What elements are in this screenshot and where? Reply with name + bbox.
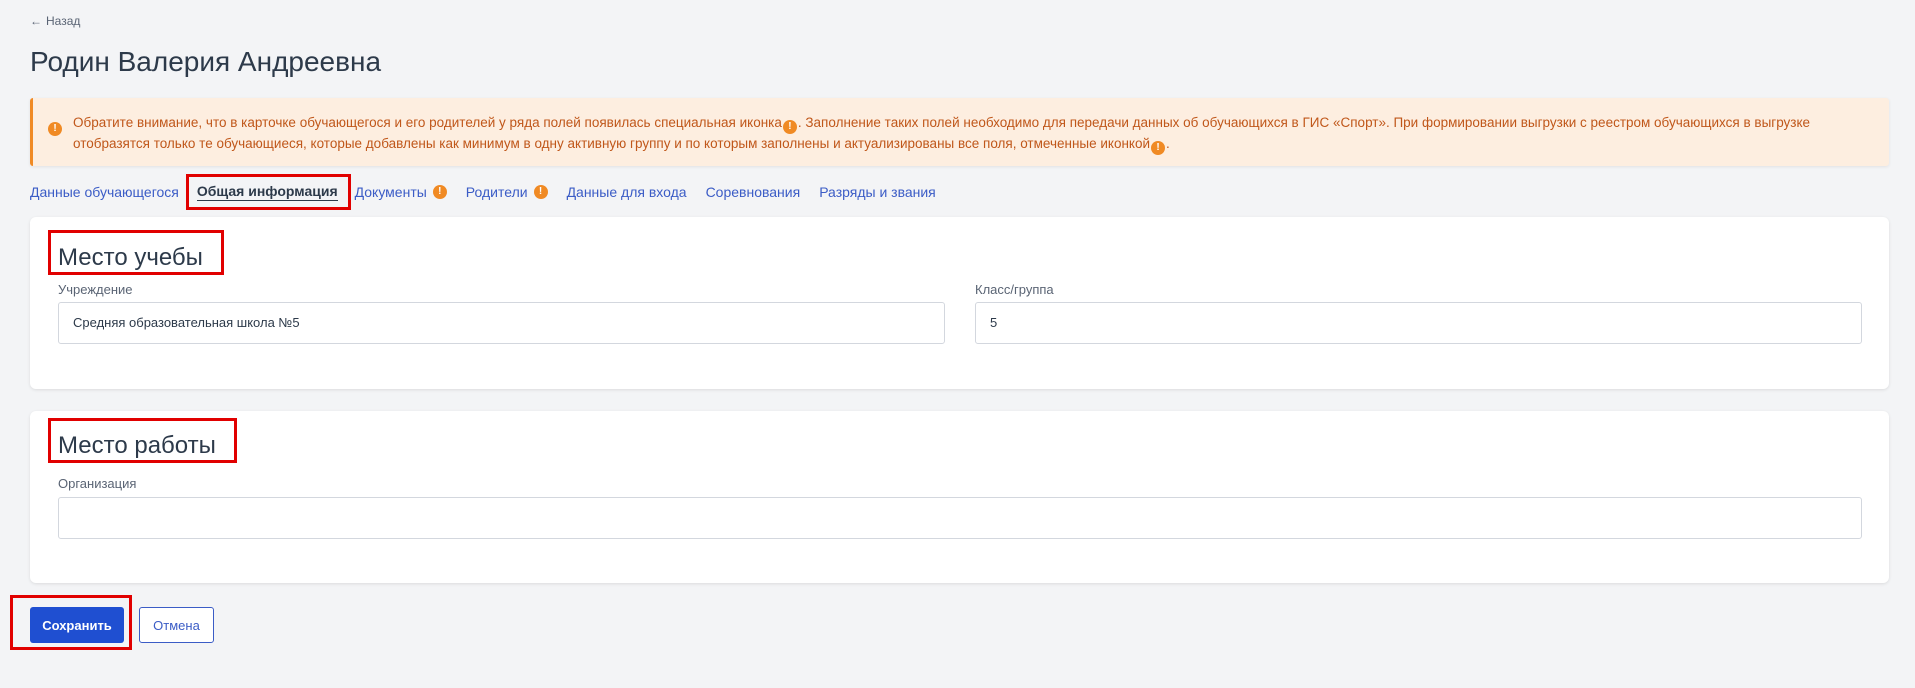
class-field[interactable]: 5 [975,302,1862,344]
save-button[interactable]: Сохранить [30,607,124,643]
cancel-button[interactable]: Отмена [139,607,214,643]
tab-general-info[interactable]: Общая информация [185,174,351,210]
warning-icon: ! [782,120,797,134]
tab-label: Общая информация [196,183,338,201]
work-section-title: Место работы [48,418,237,463]
info-alert: ! Обратите внимание, что в карточке обуч… [30,98,1889,166]
alert-text-3: . [1166,136,1170,151]
tab-label: Родители [465,184,528,200]
tab-label: Данные для входа [566,184,687,200]
work-card: Место работы Организация [30,411,1889,583]
tab-parents[interactable]: Родители ! [466,184,548,200]
alert-text-1: Обратите внимание, что в карточке обучаю… [73,115,782,130]
arrow-left-icon: ← [30,14,42,28]
tab-label: Соревнования [705,184,801,200]
warning-icon: ! [1151,141,1166,155]
tab-documents[interactable]: Документы ! [355,184,447,200]
page-title: Родин Валерия Андреевна [30,46,382,77]
warning-icon: ! [533,185,548,199]
back-label: Назад [46,14,81,28]
tab-student-data[interactable]: Данные обучающегося [30,184,179,200]
institution-label: Учреждение [58,282,133,297]
study-section-title: Место учебы [48,230,224,275]
class-label: Класс/группа [975,282,1054,297]
institution-field[interactable]: Средняя образовательная школа №5 [58,302,945,344]
tab-ranks[interactable]: Разряды и звания [819,184,936,200]
tab-competitions[interactable]: Соревнования [706,184,801,200]
tab-label: Разряды и звания [819,184,936,200]
organization-field[interactable] [58,497,1862,539]
back-link[interactable]: ← Назад [30,14,80,28]
tab-label: Документы [354,184,427,200]
tab-label: Данные обучающегося [30,184,179,200]
tab-login-data[interactable]: Данные для входа [567,184,687,200]
warning-icon: ! [48,122,62,136]
warning-icon: ! [432,185,447,199]
organization-label: Организация [58,476,137,491]
study-card: Место учебы Учреждение Средняя образоват… [30,217,1889,389]
tab-bar: Данные обучающегося Общая информация Док… [30,174,955,210]
